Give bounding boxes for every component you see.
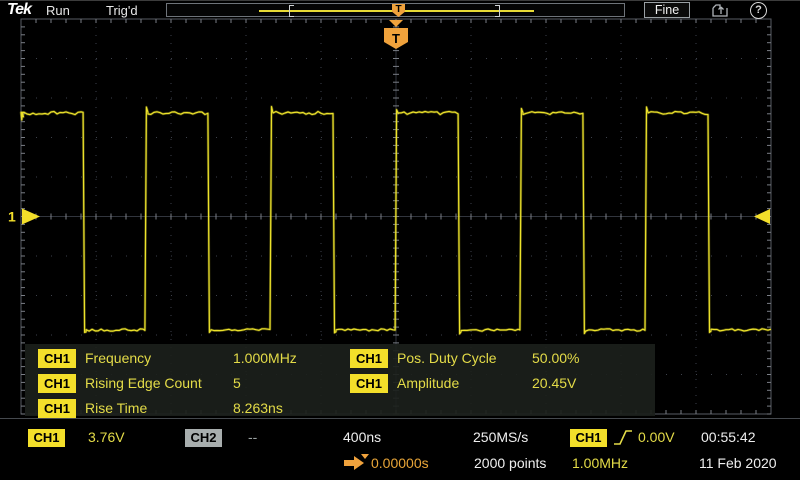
channel-badge: CH1 <box>38 374 76 393</box>
trigger-position-arrow-icon <box>389 20 403 27</box>
trigger-source-badge[interactable]: CH1 <box>570 429 607 447</box>
measurement-row[interactable]: CH1 Amplitude 20.45V <box>350 374 650 393</box>
measurement-value: 1.000MHz <box>233 350 297 366</box>
measurement-value: 8.263ns <box>233 400 283 416</box>
acquisition-status: Run <box>46 3 70 18</box>
measurement-column-left: CH1 Frequency 1.000MHz CH1 Rising Edge C… <box>38 344 338 418</box>
tek-logo: Tek <box>7 1 32 18</box>
trigger-position-marker-icon[interactable]: T <box>392 4 405 17</box>
ch2-readout-badge[interactable]: CH2 <box>185 429 222 447</box>
trigger-frequency-readout: 1.00MHz <box>572 455 629 471</box>
save-icon[interactable] <box>711 3 730 18</box>
sample-rate-readout: 250MS/s <box>473 429 529 445</box>
measurement-label: Frequency <box>85 350 152 366</box>
trigger-flag-letter: T <box>392 31 400 46</box>
measurement-label: Pos. Duty Cycle <box>397 350 497 366</box>
measurement-value: 50.00% <box>532 350 580 366</box>
ch2-vertical-scale[interactable]: -- <box>248 429 257 445</box>
fine-button[interactable]: Fine <box>644 2 690 18</box>
measurement-label: Amplitude <box>397 375 460 391</box>
measurement-panel: CH1 Frequency 1.000MHz CH1 Rising Edge C… <box>25 344 655 418</box>
oscilloscope-screen: 1 T Tek Run Trig'd T Fine ? CH1 Frequency… <box>0 0 800 480</box>
clock-time: 00:55:42 <box>701 429 756 445</box>
channel1-position-marker[interactable] <box>22 208 40 225</box>
trigger-level-marker[interactable] <box>754 209 770 224</box>
measurement-label: Rising Edge Count <box>85 375 202 391</box>
ch1-vertical-scale[interactable]: 3.76V <box>88 429 125 445</box>
measurement-label: Rise Time <box>85 400 148 416</box>
measurement-row[interactable]: CH1 Pos. Duty Cycle 50.00% <box>350 349 650 368</box>
measurement-row[interactable]: CH1 Frequency 1.000MHz <box>38 349 338 368</box>
window-bracket-left <box>289 5 294 17</box>
channel-badge: CH1 <box>38 399 76 418</box>
channel-badge: CH1 <box>350 349 388 368</box>
channel1-marker-label: 1 <box>8 209 16 225</box>
channel-badge: CH1 <box>38 349 76 368</box>
measurement-row[interactable]: CH1 Rise Time 8.263ns <box>38 399 338 418</box>
ch1-readout-badge[interactable]: CH1 <box>28 429 65 447</box>
date-readout: 11 Feb 2020 <box>699 455 777 471</box>
record-length-readout: 2000 points <box>474 455 547 471</box>
channel-badge: CH1 <box>350 374 388 393</box>
acquisition-preview-bar[interactable]: T <box>166 3 625 17</box>
top-bar: Tek Run Trig'd T Fine ? <box>0 1 800 19</box>
measurement-value: 5 <box>233 375 241 391</box>
horizontal-position-readout[interactable]: 0.00000s <box>371 455 429 471</box>
window-bracket-right <box>495 5 500 17</box>
status-bar: CH1 3.76V CH2 -- 400ns 250MS/s CH1 0.00V… <box>0 418 800 480</box>
help-icon[interactable]: ? <box>750 2 767 19</box>
measurement-column-right: CH1 Pos. Duty Cycle 50.00% CH1 Amplitude… <box>350 344 650 416</box>
timebase-readout[interactable]: 400ns <box>343 429 381 445</box>
rising-edge-slope-icon[interactable] <box>611 428 634 447</box>
horizontal-position-arrow-icon <box>344 454 369 470</box>
trigger-level-readout[interactable]: 0.00V <box>638 429 675 445</box>
measurement-row[interactable]: CH1 Rising Edge Count 5 <box>38 374 338 393</box>
measurement-value: 20.45V <box>532 375 577 391</box>
trigger-status: Trig'd <box>106 3 138 18</box>
